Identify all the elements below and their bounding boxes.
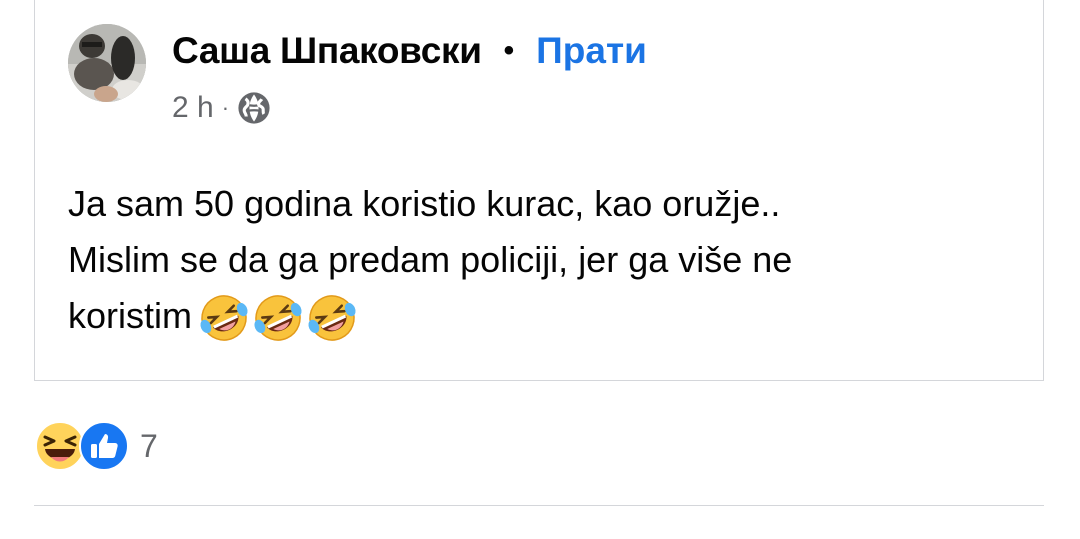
rolling-on-floor-laughing-emoji — [254, 295, 302, 342]
avatar[interactable] — [68, 24, 146, 102]
post-meta: 2 h · — [172, 88, 271, 128]
post-time[interactable]: 2 h — [172, 91, 214, 125]
post-text-line: Mislim se da ga predam policiji, jer ga … — [68, 239, 793, 280]
globe-icon[interactable] — [237, 91, 271, 125]
follow-button[interactable]: Прати — [536, 30, 647, 72]
rolling-on-floor-laughing-emoji — [308, 295, 356, 342]
avatar-photo — [68, 24, 146, 102]
post-body: Ja sam 50 godina koristio kurac, kao oru… — [68, 176, 1028, 344]
post-header: Саша Шпаковски • Прати — [172, 26, 647, 76]
reaction-summary[interactable]: 7 — [34, 420, 158, 472]
divider — [34, 505, 1044, 506]
post-text-line: koristim — [68, 295, 192, 336]
emoji-group — [198, 292, 360, 344]
post-text-line: Ja sam 50 godina koristio kurac, kao oru… — [68, 183, 781, 224]
like-reaction-icon[interactable] — [78, 420, 130, 472]
header-separator: • — [503, 34, 515, 67]
author-name[interactable]: Саша Шпаковски — [172, 30, 482, 72]
post-text-line-last: koristim — [68, 288, 1028, 344]
reaction-count[interactable]: 7 — [140, 428, 158, 465]
meta-separator: · — [221, 95, 230, 120]
rolling-on-floor-laughing-emoji — [200, 295, 248, 342]
